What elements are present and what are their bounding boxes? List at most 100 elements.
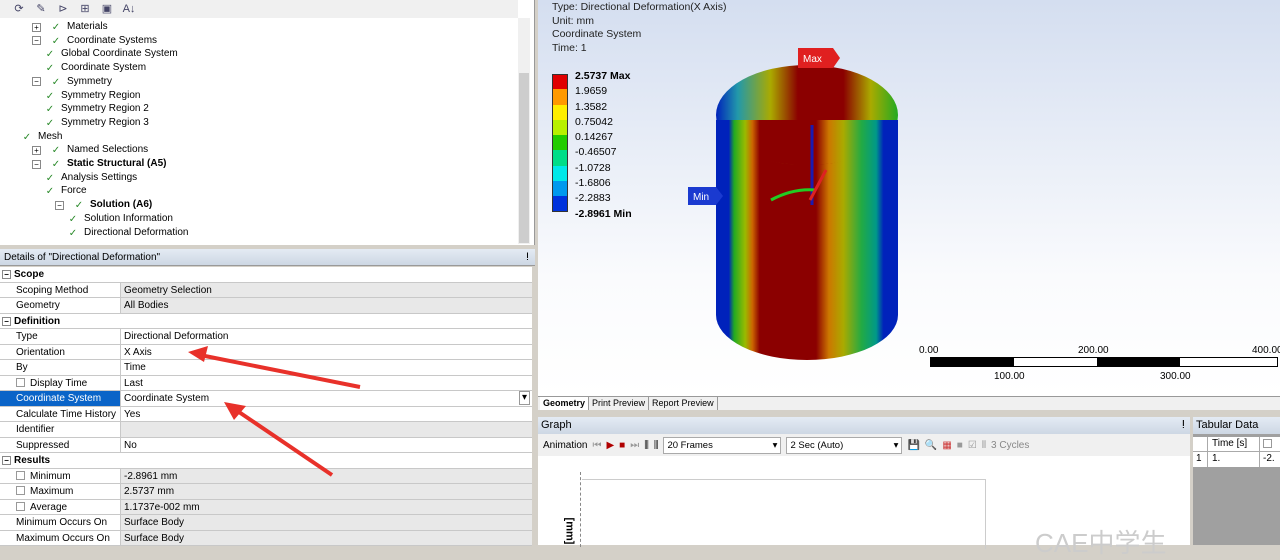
section-label: Scope (14, 269, 45, 280)
tree-item-label: Analysis Settings (61, 171, 138, 183)
mesh-icon: ✓ (22, 131, 32, 143)
details-row[interactable]: Calculate Time History Yes (0, 406, 532, 422)
pin-icon[interactable]: ⵑ (1182, 417, 1185, 434)
details-section[interactable]: − Scope (0, 267, 532, 283)
property-label: Geometry (16, 300, 60, 311)
column-checkbox[interactable] (1263, 439, 1272, 448)
tree-item[interactable]: − ✓ Solution (A6) (55, 198, 152, 212)
tree-item[interactable]: − ✓ Symmetry (32, 75, 112, 89)
expand-icon[interactable]: + (32, 145, 41, 155)
tree-scrollbar[interactable] (518, 18, 530, 244)
checkbox-icon[interactable]: ☑ (968, 440, 977, 451)
zoom-to-fit-icon[interactable]: 🔍 (925, 440, 937, 451)
parameter-checkbox[interactable] (16, 486, 25, 495)
details-row[interactable]: Display Time Last (0, 375, 532, 391)
next-frame-icon[interactable]: ⏭ (630, 440, 639, 451)
tree-item[interactable]: + ✓ Named Selections (32, 143, 148, 157)
cycles-icon[interactable]: ⫴ (982, 440, 986, 451)
cell-value: -2. (1263, 453, 1275, 464)
details-row[interactable]: Geometry All Bodies (0, 298, 532, 314)
property-label: Orientation (16, 346, 65, 358)
result-frames-icon[interactable]: ⫼ (654, 440, 659, 451)
property-value[interactable]: Coordinate System ▾ (121, 391, 532, 406)
details-row[interactable]: Average 1.1737e-002 mm (0, 499, 532, 515)
column-header-time[interactable]: Time [s] (1208, 437, 1260, 451)
parameter-checkbox[interactable] (16, 501, 25, 511)
refresh-icon[interactable]: ⟳ (12, 2, 26, 16)
details-row[interactable]: Minimum -2.8961 mm (0, 468, 532, 484)
property-name: Maximum Occurs On (0, 530, 121, 545)
parameter-checkbox[interactable] (16, 377, 25, 387)
details-grid: − Scope Scoping Method Geometry Selection Ge… (0, 267, 532, 546)
property-value (121, 422, 532, 437)
tree-item-label: Force (61, 185, 87, 197)
tree-item[interactable]: ✓ Coordinate System (42, 61, 146, 75)
property-name: Minimum Occurs On (0, 515, 121, 530)
collapse-icon[interactable]: − (32, 77, 41, 87)
tab-print-preview[interactable]: Print Preview (589, 397, 650, 410)
geometry-viewport[interactable]: Type: Directional Deformation(X Axis) Un… (538, 0, 1280, 396)
tree-item[interactable]: ✓ Global Coordinate System (42, 47, 178, 61)
dropdown-arrow-icon[interactable]: ▾ (518, 391, 530, 405)
animation-toolbar: Animation ⏮ ▶ ■ ⏭ ⫼ ⫼ 20 Frames 2 Sec (A… (538, 434, 1190, 456)
property-label: Coordinate System (16, 393, 102, 404)
duration-select[interactable]: 2 Sec (Auto) (786, 436, 903, 454)
property-name: Coordinate System (0, 391, 121, 406)
details-row[interactable]: Type Directional Deformation (0, 329, 532, 345)
expand-all-icon[interactable]: ⊞ (78, 2, 92, 16)
details-row[interactable]: Maximum 2.5737 mm (0, 484, 532, 500)
details-row[interactable]: Maximum Occurs On Surface Body (0, 530, 532, 546)
play-icon[interactable]: ▶ (606, 440, 614, 451)
sort-az-icon[interactable]: A↓ (122, 2, 136, 16)
color-bars-icon[interactable]: ▦ (942, 440, 951, 451)
watermark: CAE中学生 (1035, 528, 1167, 558)
expand-icon[interactable]: + (32, 22, 41, 32)
stop-icon[interactable]: ■ (619, 440, 625, 451)
tree-item[interactable]: − ✓ Static Structural (A5) (32, 157, 166, 171)
details-row[interactable]: Minimum Occurs On Surface Body (0, 515, 532, 531)
details-row[interactable]: Suppressed No (0, 437, 532, 453)
collapse-icon[interactable]: − (2, 456, 11, 465)
collapse-icon[interactable]: − (32, 159, 41, 169)
previous-frame-icon[interactable]: ⏮ (592, 440, 601, 451)
tree-filter-icon[interactable]: ⊳ (56, 2, 70, 16)
details-row[interactable]: Coordinate System Coordinate System ▾ (0, 391, 532, 407)
property-value: -2.8961 mm (121, 468, 532, 483)
tab-geometry[interactable]: Geometry (540, 397, 590, 410)
tree-item[interactable]: ✓ Symmetry Region (42, 89, 141, 103)
analysis-settings-icon: ✓ (45, 172, 55, 184)
collapse-icon[interactable]: − (2, 316, 11, 326)
tree-item[interactable]: − ✓ Coordinate Systems (32, 34, 157, 48)
property-value: 1.1737e-002 mm (121, 499, 532, 514)
property-label: Maximum Occurs On (16, 532, 110, 544)
details-row[interactable]: Scoping Method Geometry Selection (0, 282, 532, 298)
parameter-checkbox[interactable] (16, 470, 25, 480)
tree-item[interactable]: ✓ Solution Information (65, 212, 173, 226)
details-row[interactable]: By Time (0, 360, 532, 376)
tab-report-preview[interactable]: Report Preview (649, 397, 718, 410)
tree-item[interactable]: ✓ Force (42, 184, 87, 198)
property-name: Average (0, 499, 121, 514)
tree-item[interactable]: ✓ Directional Deformation (65, 226, 189, 240)
frames-select[interactable]: 20 Frames (663, 436, 782, 454)
details-section[interactable]: − Definition (0, 314, 532, 329)
collapse-icon[interactable]: − (2, 270, 11, 279)
gray-box-icon[interactable]: ■ (957, 440, 963, 451)
tree-item[interactable]: ✓ Mesh (19, 130, 63, 144)
folder-icon[interactable]: ▣ (100, 2, 114, 16)
details-row[interactable]: Orientation X Axis (0, 344, 532, 360)
pin-icon[interactable]: ⵑ (526, 249, 529, 266)
details-section[interactable]: − Results (0, 453, 532, 469)
collapse-icon[interactable]: − (32, 36, 41, 46)
distributed-frames-icon[interactable]: ⫼ (644, 440, 649, 451)
export-video-icon[interactable]: 💾 (907, 440, 919, 451)
tree-item[interactable]: ✓ Analysis Settings (42, 171, 137, 185)
tree-item[interactable]: + ✓ Materials (32, 20, 108, 34)
collapse-icon[interactable]: − (55, 200, 64, 210)
details-row[interactable]: Identifier (0, 422, 532, 438)
tag-icon[interactable]: ✎ (34, 2, 48, 16)
tree-item[interactable]: ✓ Symmetry Region 3 (42, 116, 149, 130)
tree-item[interactable]: ✓ Symmetry Region 2 (42, 102, 149, 116)
solution-information-icon: ✓ (68, 213, 78, 225)
cycles-label: 3 Cycles (991, 439, 1030, 451)
